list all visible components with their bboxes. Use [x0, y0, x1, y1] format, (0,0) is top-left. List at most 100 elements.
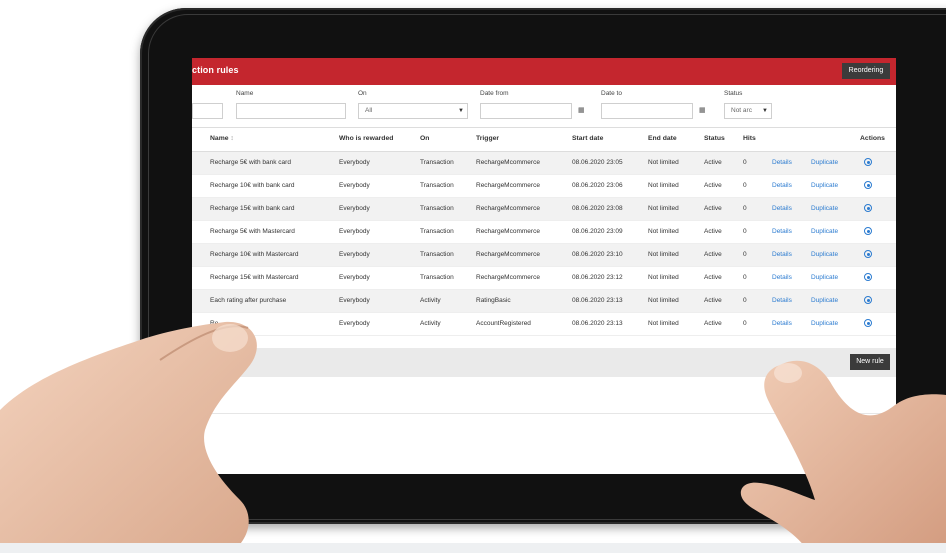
cell-on: Transaction: [420, 251, 454, 258]
cell-hits: 0: [743, 228, 747, 235]
details-link[interactable]: Details: [772, 228, 792, 235]
view-icon[interactable]: [864, 181, 872, 189]
cell-name: Recharge 15€ with Mastercard: [210, 274, 299, 281]
cell-name: Recharge 15€ with bank card: [210, 205, 295, 212]
duplicate-link[interactable]: Duplicate: [811, 205, 838, 212]
cell-status: Active: [704, 228, 722, 235]
cell-who: Everybody: [339, 251, 370, 258]
details-link[interactable]: Details: [772, 274, 792, 281]
floor-shadow: [0, 543, 946, 553]
cell-start-date: 08.06.2020 23:05: [572, 159, 623, 166]
details-link[interactable]: Details: [772, 251, 792, 258]
app-screen: ction rules Reordering Name On All ▼ Dat…: [192, 58, 896, 474]
view-icon[interactable]: [864, 204, 872, 212]
calendar-icon[interactable]: ▦: [699, 106, 706, 114]
col-hits-header: Hits: [743, 135, 756, 142]
cell-hits: 0: [743, 297, 747, 304]
view-icon[interactable]: [864, 227, 872, 235]
table-row[interactable]: Recharge 15€ with bank card Everybody Tran…: [192, 198, 896, 221]
cell-hits: 0: [743, 182, 747, 189]
filter-date-to-label: Date to: [601, 90, 622, 97]
cell-end-date: Not limited: [648, 182, 679, 189]
chevron-down-icon: ▼: [458, 108, 464, 114]
cell-hits: 0: [743, 159, 747, 166]
cell-end-date: Not limited: [648, 297, 679, 304]
cell-start-date: 08.06.2020 23:13: [572, 320, 623, 327]
cell-on: Activity: [420, 297, 441, 304]
table-row[interactable]: Each rating after purchase Everybody Activ…: [192, 290, 896, 313]
cell-on: Transaction: [420, 159, 454, 166]
filter-input-partial[interactable]: [192, 103, 223, 119]
filter-on-value: All: [365, 107, 373, 114]
duplicate-link[interactable]: Duplicate: [811, 228, 838, 235]
table-row[interactable]: Recharge 5€ with Mastercard Everybody Tran…: [192, 221, 896, 244]
table-row[interactable]: Re Everybody Activity AccountRegistered 08.0…: [192, 313, 896, 336]
filter-date-from-input[interactable]: [480, 103, 572, 119]
cell-on: Transaction: [420, 205, 454, 212]
cell-hits: 0: [743, 205, 747, 212]
cell-name: Recharge 5€ with bank card: [210, 159, 291, 166]
cell-name: Re: [210, 320, 219, 327]
view-icon[interactable]: [864, 273, 872, 281]
table-header: Name ↕ Who is rewarded On Trigger Start …: [192, 127, 896, 152]
new-rule-button[interactable]: New rule: [850, 354, 890, 370]
col-trigger-header: Trigger: [476, 135, 500, 142]
view-icon[interactable]: [864, 319, 872, 327]
view-icon[interactable]: [864, 158, 872, 166]
duplicate-link[interactable]: Duplicate: [811, 274, 838, 281]
view-icon[interactable]: [864, 296, 872, 304]
cell-trigger: RechargeMcommerce: [476, 228, 540, 235]
table-row[interactable]: Recharge 10€ with bank card Everybody Tran…: [192, 175, 896, 198]
details-link[interactable]: Details: [772, 182, 792, 189]
cell-trigger: AccountRegistered: [476, 320, 531, 327]
col-name-header[interactable]: Name ↕: [210, 135, 234, 142]
duplicate-link[interactable]: Duplicate: [811, 182, 838, 189]
table-row[interactable]: Recharge 5€ with bank card Everybody Trans…: [192, 152, 896, 175]
duplicate-link[interactable]: Duplicate: [811, 251, 838, 258]
duplicate-link[interactable]: Duplicate: [811, 320, 838, 327]
col-start-header: Start date: [572, 135, 604, 142]
table-row[interactable]: Recharge 15€ with Mastercard Everybody Tra…: [192, 267, 896, 290]
cell-start-date: 08.06.2020 23:13: [572, 297, 623, 304]
cell-end-date: Not limited: [648, 320, 679, 327]
filter-status-select[interactable]: Not arc ▼: [724, 103, 772, 119]
cell-who: Everybody: [339, 274, 370, 281]
cell-start-date: 08.06.2020 23:09: [572, 228, 623, 235]
cell-status: Active: [704, 274, 722, 281]
cell-status: Active: [704, 205, 722, 212]
calendar-icon[interactable]: ▦: [578, 106, 585, 114]
cell-name: Each rating after purchase: [210, 297, 287, 304]
page-title: ction rules: [192, 65, 239, 75]
duplicate-link[interactable]: Duplicate: [811, 297, 838, 304]
cell-who: Everybody: [339, 159, 370, 166]
cell-end-date: Not limited: [648, 274, 679, 281]
cell-start-date: 08.06.2020 23:06: [572, 182, 623, 189]
cell-trigger: RechargeMcommerce: [476, 205, 540, 212]
cell-status: Active: [704, 251, 722, 258]
view-icon[interactable]: [864, 250, 872, 258]
details-link[interactable]: Details: [772, 205, 792, 212]
cell-name: Recharge 10€ with Mastercard: [210, 251, 299, 258]
filter-bar: Name On All ▼ Date from ▦ Date to ▦ Stat…: [192, 85, 896, 125]
details-link[interactable]: Details: [772, 159, 792, 166]
filter-on-select[interactable]: All ▼: [358, 103, 468, 119]
cell-trigger: RechargeMcommerce: [476, 274, 540, 281]
reordering-button[interactable]: Reordering: [842, 63, 890, 79]
sort-icon[interactable]: ↕: [230, 135, 233, 142]
divider: [192, 413, 896, 414]
col-on-header: On: [420, 135, 430, 142]
filter-name-input[interactable]: [236, 103, 346, 119]
details-link[interactable]: Details: [772, 297, 792, 304]
cell-on: Activity: [420, 320, 441, 327]
filter-date-to-input[interactable]: [601, 103, 693, 119]
rules-table: Name ↕ Who is rewarded On Trigger Start …: [192, 127, 896, 336]
filter-date-from-label: Date from: [480, 90, 509, 97]
cell-trigger: RatingBasic: [476, 297, 511, 304]
details-link[interactable]: Details: [772, 320, 792, 327]
filter-status-value: Not arc: [731, 107, 752, 114]
duplicate-link[interactable]: Duplicate: [811, 159, 838, 166]
table-row[interactable]: Recharge 10€ with Mastercard Everybody Tra…: [192, 244, 896, 267]
cell-name: Recharge 10€ with bank card: [210, 182, 295, 189]
cell-end-date: Not limited: [648, 228, 679, 235]
table-body: Recharge 5€ with bank card Everybody Trans…: [192, 152, 896, 336]
